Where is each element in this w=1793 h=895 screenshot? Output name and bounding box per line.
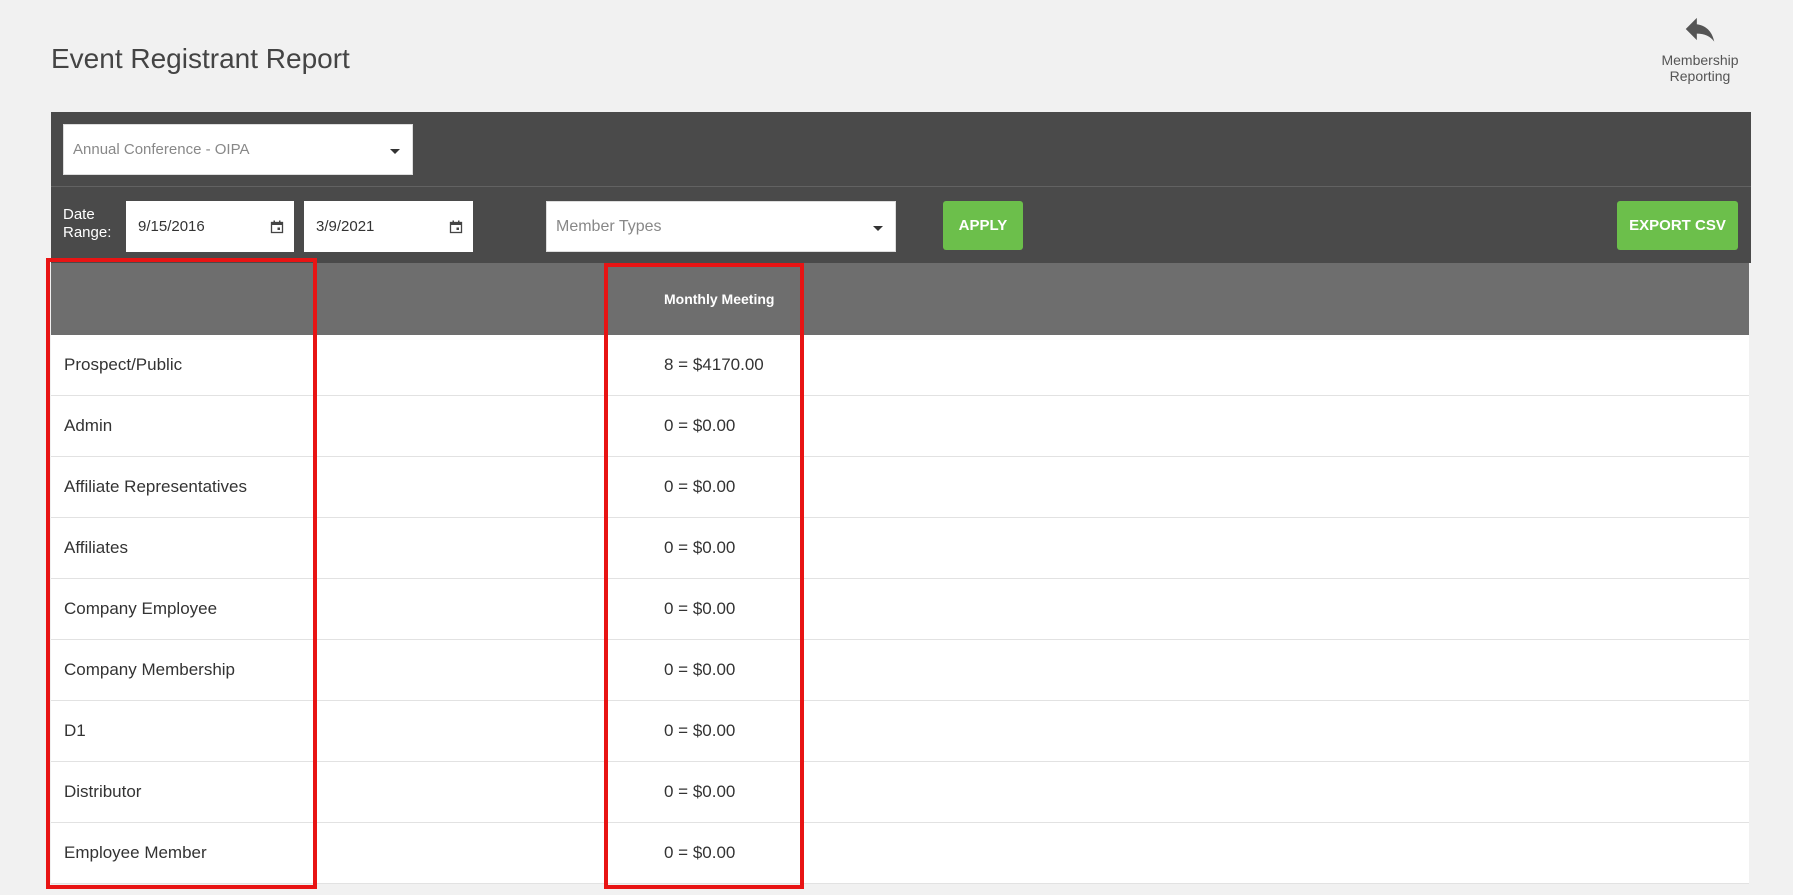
table-row: D1 0 = $0.00: [51, 700, 1749, 762]
column-header-monthly-meeting: Monthly Meeting: [664, 263, 1749, 335]
table-row: Employee Member 0 = $0.00: [51, 822, 1749, 884]
back-link-label-line1: Membership: [1661, 52, 1739, 68]
monthly-meeting-cell: 0 = $0.00: [664, 578, 1749, 640]
back-arrow-icon: [1685, 17, 1715, 42]
table-row: Affiliates 0 = $0.00: [51, 517, 1749, 579]
monthly-meeting-cell: 0 = $0.00: [664, 700, 1749, 762]
member-types-placeholder: Member Types: [556, 217, 662, 235]
back-link-label-line2: Reporting: [1669, 68, 1731, 84]
table-row: Company Employee 0 = $0.00: [51, 578, 1749, 640]
registrant-table: Monthly Meeting Prospect/Public 8 = $417…: [51, 263, 1749, 884]
table-header-row: Monthly Meeting: [51, 263, 1749, 335]
member-type-cell: Affiliate Representatives: [51, 456, 664, 518]
filter-toolbar: Annual Conference - OIPA Date Range: 9/1…: [51, 112, 1751, 263]
member-type-cell: Distributor: [51, 761, 664, 823]
chevron-down-icon: [873, 225, 883, 231]
monthly-meeting-cell: 0 = $0.00: [664, 395, 1749, 457]
date-range-label-line1: Date: [63, 206, 95, 223]
table-row: Distributor 0 = $0.00: [51, 761, 1749, 823]
member-type-cell: Admin: [51, 395, 664, 457]
date-range-label: Date Range:: [63, 206, 111, 242]
member-types-select[interactable]: Member Types: [546, 201, 896, 252]
toolbar-divider: [51, 186, 1751, 187]
export-csv-button[interactable]: EXPORT CSV: [1617, 201, 1738, 250]
monthly-meeting-cell: 0 = $0.00: [664, 517, 1749, 579]
member-type-cell: Company Membership: [51, 639, 664, 701]
member-type-cell: Employee Member: [51, 822, 664, 884]
column-header-type: [51, 263, 664, 335]
calendar-icon[interactable]: [449, 220, 463, 234]
event-select-value: Annual Conference - OIPA: [73, 141, 250, 158]
member-type-cell: Company Employee: [51, 578, 664, 640]
event-select[interactable]: Annual Conference - OIPA: [63, 124, 413, 175]
chevron-down-icon: [390, 148, 400, 154]
table-row: Company Membership 0 = $0.00: [51, 639, 1749, 701]
date-range-label-line2: Range:: [63, 224, 112, 241]
table-row: Admin 0 = $0.00: [51, 395, 1749, 457]
member-type-cell: Affiliates: [51, 517, 664, 579]
apply-button[interactable]: APPLY: [943, 201, 1023, 250]
page-title: Event Registrant Report: [51, 42, 350, 74]
monthly-meeting-cell: 8 = $4170.00: [664, 335, 1749, 396]
table-row: Affiliate Representatives 0 = $0.00: [51, 456, 1749, 518]
date-end-value: 3/9/2021: [316, 218, 375, 235]
column-header-monthly-meeting-label: Monthly Meeting: [664, 291, 775, 307]
monthly-meeting-cell: 0 = $0.00: [664, 639, 1749, 701]
table-row: Prospect/Public 8 = $4170.00: [51, 335, 1749, 396]
membership-reporting-link[interactable]: Membership Reporting: [1640, 10, 1760, 84]
monthly-meeting-cell: 0 = $0.00: [664, 456, 1749, 518]
date-start-value: 9/15/2016: [138, 218, 205, 235]
calendar-icon[interactable]: [270, 220, 284, 234]
member-type-cell: D1: [51, 700, 664, 762]
date-end-input[interactable]: 3/9/2021: [304, 201, 473, 252]
member-type-cell: Prospect/Public: [51, 335, 664, 396]
date-start-input[interactable]: 9/15/2016: [126, 201, 294, 252]
monthly-meeting-cell: 0 = $0.00: [664, 761, 1749, 823]
monthly-meeting-cell: 0 = $0.00: [664, 822, 1749, 884]
